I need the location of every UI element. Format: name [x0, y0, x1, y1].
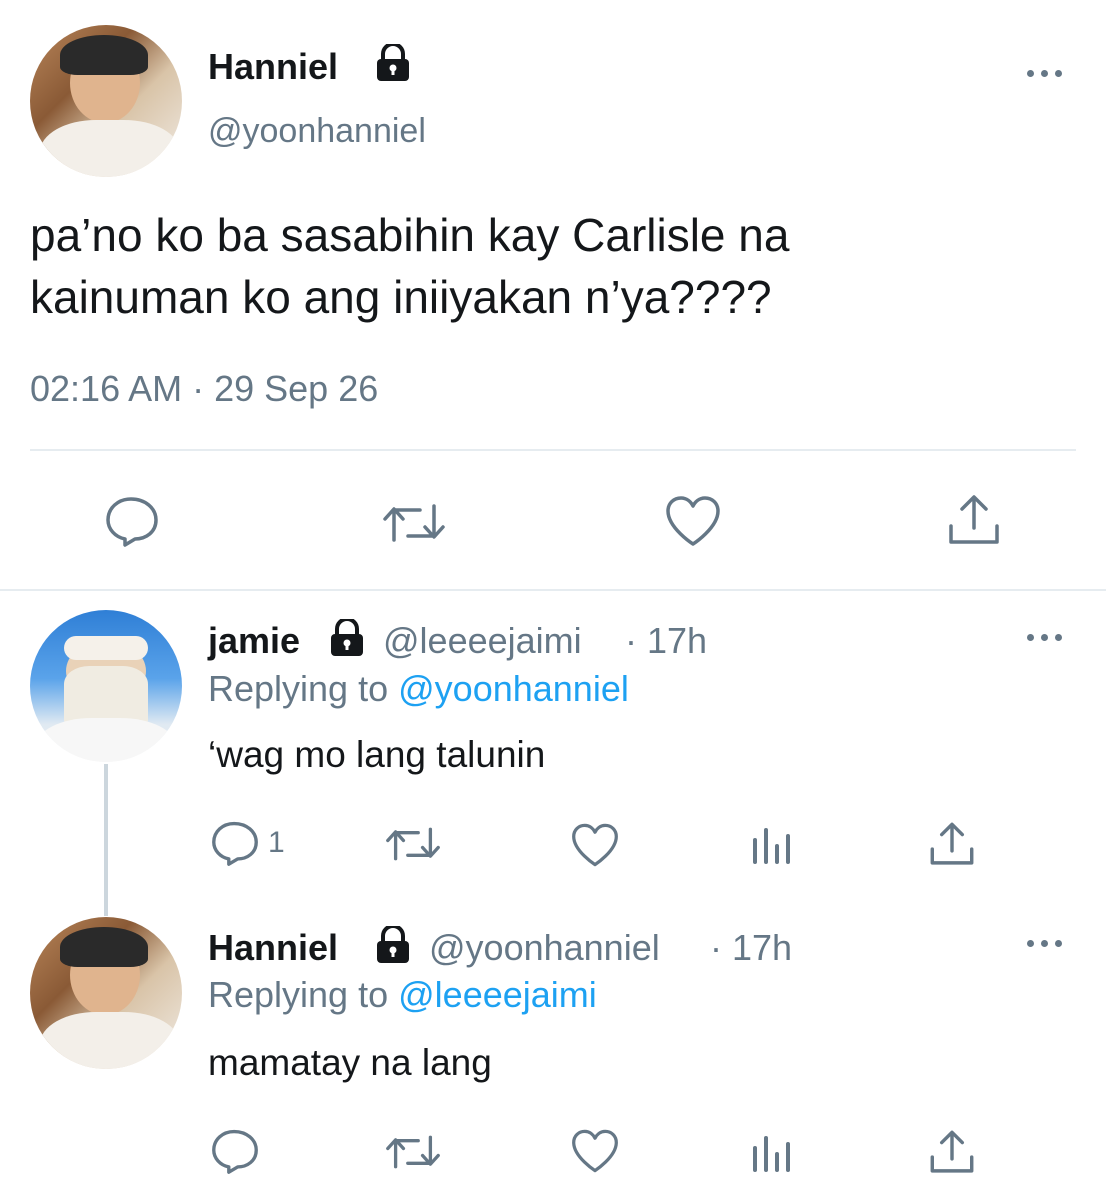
- author-handle[interactable]: @yoonhanniel: [208, 112, 426, 151]
- more-options-icon[interactable]: [1027, 630, 1063, 644]
- lock-icon: [373, 42, 413, 87]
- lock-icon: [373, 924, 413, 969]
- reply-icon[interactable]: [210, 1128, 260, 1174]
- tweet-timestamp[interactable]: 02:16 AM · 29 Sep 26: [30, 368, 378, 410]
- divider: [0, 589, 1106, 591]
- avatar-jamie[interactable]: [30, 610, 182, 762]
- tweet-text-line-2: kainuman ko ang iniiyakan n’ya????: [30, 271, 772, 323]
- replying-to-mention[interactable]: @yoonhanniel: [398, 668, 629, 709]
- avatar-hanniel[interactable]: [30, 917, 182, 1069]
- replying-to-prefix: Replying to: [208, 668, 389, 709]
- like-icon[interactable]: [570, 822, 620, 868]
- share-icon[interactable]: [928, 1128, 976, 1176]
- like-icon[interactable]: [570, 1128, 620, 1174]
- more-options-icon[interactable]: [1027, 936, 1063, 950]
- reply-icon[interactable]: [210, 820, 260, 866]
- share-icon[interactable]: [946, 492, 1002, 548]
- reply-time[interactable]: · 17h: [710, 927, 792, 969]
- analytics-icon[interactable]: [751, 826, 795, 864]
- replying-to-mention[interactable]: @leeeejaimi: [398, 974, 597, 1015]
- divider: [30, 449, 1076, 451]
- author-name[interactable]: Hanniel: [208, 46, 338, 88]
- avatar-hanniel[interactable]: [30, 25, 182, 177]
- author-name[interactable]: Hanniel: [208, 927, 338, 969]
- tweet-text-line-1: pa’no ko ba sasabihin kay Carlisle na: [30, 209, 790, 261]
- reply-icon[interactable]: [104, 495, 160, 547]
- lock-icon: [327, 617, 367, 662]
- author-name[interactable]: jamie: [208, 620, 300, 662]
- reply-text: mamatay na lang: [208, 1042, 492, 1083]
- reply-count: 1: [268, 826, 285, 859]
- retweet-icon[interactable]: [380, 500, 448, 546]
- replying-to-label: Replying to @yoonhanniel: [208, 668, 629, 710]
- thread-connector-line: [104, 764, 108, 916]
- retweet-icon[interactable]: [383, 1132, 443, 1172]
- author-handle[interactable]: @leeeejaimi: [383, 620, 582, 662]
- reply-text: ‘wag mo lang talunin: [208, 734, 546, 775]
- analytics-icon[interactable]: [751, 1134, 795, 1172]
- author-handle[interactable]: @yoonhanniel: [429, 927, 660, 969]
- replying-to-prefix: Replying to: [208, 974, 389, 1015]
- more-options-icon[interactable]: [1027, 66, 1063, 80]
- share-icon[interactable]: [928, 820, 976, 868]
- replying-to-label: Replying to @leeeejaimi: [208, 974, 597, 1016]
- reply-time[interactable]: · 17h: [625, 620, 707, 662]
- like-icon[interactable]: [664, 494, 722, 548]
- retweet-icon[interactable]: [383, 824, 443, 864]
